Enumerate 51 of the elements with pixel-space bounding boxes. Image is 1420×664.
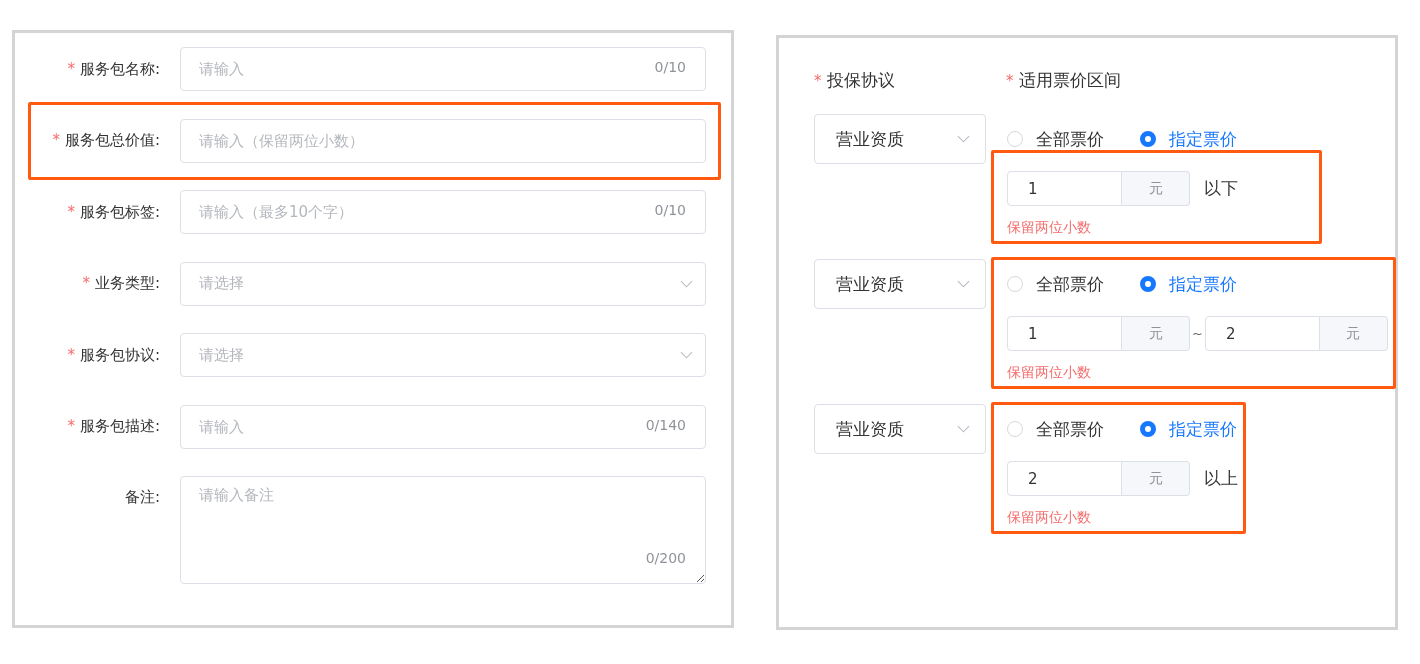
required-mark: * (814, 71, 822, 90)
chevron-down-icon (957, 280, 970, 288)
range-separator: ~ (1192, 326, 1203, 341)
price-input[interactable]: 2 (1204, 316, 1320, 351)
field-label: 服务包标签: (79, 202, 160, 221)
radio-option[interactable]: 指定票价 (1140, 417, 1237, 441)
validation-hint: 保留两位小数 (1007, 363, 1092, 382)
chevron-down-icon (680, 351, 693, 359)
field-label: 服务包协议: (79, 345, 160, 364)
radio-option[interactable]: 全部票价 (1007, 127, 1104, 151)
unit-addon: 元 (1122, 316, 1190, 351)
field-label: 备注: (124, 488, 160, 506)
field-label: 业务类型: (94, 274, 160, 292)
unit-addon: 元 (1122, 461, 1190, 496)
character-counter: 0/200 (645, 550, 686, 566)
required-mark: * (82, 274, 90, 292)
field-label: 服务包名称: (79, 59, 160, 78)
required-mark: * (67, 202, 75, 221)
select-field[interactable]: 营业资质 (814, 259, 986, 309)
radio-option[interactable]: 指定票价 (1140, 127, 1237, 151)
resize-handle-icon[interactable] (697, 575, 704, 582)
select-field[interactable]: 营业资质 (814, 114, 986, 164)
column-label: 适用票价区间 (1018, 69, 1121, 90)
column-label: 投保协议 (826, 69, 895, 90)
required-mark: * (1006, 71, 1014, 90)
character-counter: 0/10 (654, 202, 686, 218)
unit-addon: 元 (1122, 171, 1190, 206)
range-suffix: 以下 (1204, 177, 1238, 200)
validation-hint: 保留两位小数 (1007, 218, 1092, 237)
radio-option[interactable]: 指定票价 (1140, 272, 1237, 296)
required-mark: * (67, 345, 75, 364)
price-input[interactable]: 2 (1007, 461, 1122, 496)
unit-addon: 元 (1319, 316, 1388, 351)
validation-hint: 保留两位小数 (1007, 508, 1092, 527)
input-field[interactable]: 请输入（保留两位小数） (180, 118, 706, 163)
required-mark: * (67, 59, 75, 78)
required-mark: * (67, 417, 75, 435)
chevron-down-icon (680, 279, 693, 288)
price-input[interactable]: 1 (1007, 171, 1122, 206)
select-field[interactable]: 营业资质 (814, 404, 986, 454)
required-mark: * (52, 131, 60, 149)
range-suffix: 以上 (1204, 467, 1238, 490)
price-input[interactable]: 1 (1007, 316, 1122, 351)
radio-option[interactable]: 全部票价 (1007, 272, 1104, 296)
field-label: 服务包描述: (79, 417, 160, 435)
radio-option[interactable]: 全部票价 (1007, 417, 1104, 441)
field-label: 服务包总价值: (64, 131, 160, 149)
chevron-down-icon (957, 425, 970, 433)
character-counter: 0/10 (654, 59, 686, 75)
chevron-down-icon (957, 135, 970, 143)
character-counter: 0/140 (645, 416, 686, 433)
